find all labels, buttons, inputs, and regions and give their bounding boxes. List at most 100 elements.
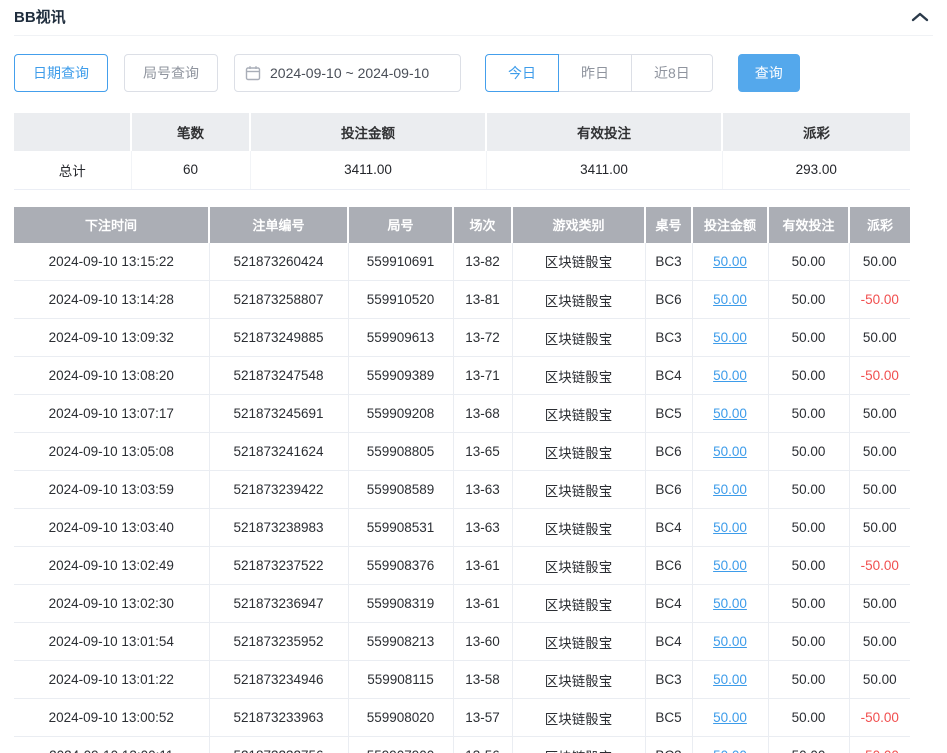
collapse-button[interactable] (909, 9, 931, 25)
cell-bet-amount: 50.00 (692, 433, 768, 471)
col-header-bet-amount: 投注金额 (692, 207, 768, 243)
cell-game-type: 区块链骰宝 (512, 547, 645, 585)
search-button[interactable]: 查询 (738, 54, 800, 92)
cell-bet-time: 2024-09-10 13:08:20 (14, 357, 209, 395)
bet-amount-link[interactable]: 50.00 (713, 596, 747, 611)
cell-session: 13-58 (453, 661, 512, 699)
cell-game-type: 区块链骰宝 (512, 395, 645, 433)
cell-game-type: 区块链骰宝 (512, 433, 645, 471)
cell-payout: 50.00 (849, 433, 910, 471)
bet-amount-link[interactable]: 50.00 (713, 254, 747, 269)
cell-table-no: BC4 (645, 623, 692, 661)
cell-order-no: 521873232756 (209, 737, 348, 753)
cell-game-type: 区块链骰宝 (512, 357, 645, 395)
cell-game-type: 区块链骰宝 (512, 281, 645, 319)
col-header-game-type: 游戏类别 (512, 207, 645, 243)
bet-amount-link[interactable]: 50.00 (713, 634, 747, 649)
cell-session: 13-81 (453, 281, 512, 319)
cell-bet-amount: 50.00 (692, 243, 768, 281)
yesterday-button[interactable]: 昨日 (558, 54, 632, 92)
bet-amount-link[interactable]: 50.00 (713, 672, 747, 687)
cell-game-type: 区块链骰宝 (512, 623, 645, 661)
summary-body-row: 总计 60 3411.00 3411.00 293.00 (14, 151, 910, 189)
cell-order-no: 521873260424 (209, 243, 348, 281)
page-title: BB视讯 (14, 6, 66, 27)
cell-valid-bet: 50.00 (768, 699, 849, 737)
bet-amount-link[interactable]: 50.00 (713, 710, 747, 725)
cell-bet-amount: 50.00 (692, 737, 768, 753)
date-range-picker[interactable]: 2024-09-10 ~ 2024-09-10 (234, 54, 461, 92)
cell-bet-time: 2024-09-10 13:03:40 (14, 509, 209, 547)
cell-bet-amount: 50.00 (692, 699, 768, 737)
filter-bar: 日期查询 局号查询 2024-09-10 ~ 2024-09-10 今日 昨日 … (14, 54, 933, 92)
summary-payout-value: 293.00 (722, 151, 910, 189)
cell-table-no: BC3 (645, 243, 692, 281)
summary-table: 笔数 投注金额 有效投注 派彩 总计 60 3411.00 3411.00 29… (14, 113, 910, 190)
cell-bet-amount: 50.00 (692, 547, 768, 585)
cell-session: 13-56 (453, 737, 512, 753)
today-button[interactable]: 今日 (485, 54, 559, 92)
cell-valid-bet: 50.00 (768, 319, 849, 357)
cell-valid-bet: 50.00 (768, 509, 849, 547)
bet-amount-link[interactable]: 50.00 (713, 558, 747, 573)
cell-session: 13-63 (453, 509, 512, 547)
col-header-valid-bet: 有效投注 (768, 207, 849, 243)
cell-bet-amount: 50.00 (692, 395, 768, 433)
bet-amount-link[interactable]: 50.00 (713, 520, 747, 535)
cell-table-no: BC3 (645, 661, 692, 699)
cell-session: 13-65 (453, 433, 512, 471)
cell-round-no: 559907900 (348, 737, 453, 753)
cell-table-no: BC6 (645, 433, 692, 471)
cell-game-type: 区块链骰宝 (512, 661, 645, 699)
cell-valid-bet: 50.00 (768, 623, 849, 661)
date-query-button[interactable]: 日期查询 (14, 54, 108, 92)
cell-payout: -50.00 (849, 357, 910, 395)
quick-date-group: 今日 昨日 近8日 (485, 54, 713, 92)
table-row: 2024-09-10 13:09:32521873249885559909613… (14, 319, 910, 357)
table-row: 2024-09-10 13:03:40521873238983559908531… (14, 509, 910, 547)
cell-game-type: 区块链骰宝 (512, 737, 645, 753)
cell-payout: 50.00 (849, 319, 910, 357)
cell-payout: 50.00 (849, 471, 910, 509)
last-8-days-button[interactable]: 近8日 (631, 54, 713, 92)
summary-bet-amount-value: 3411.00 (250, 151, 486, 189)
cell-order-no: 521873241624 (209, 433, 348, 471)
table-row: 2024-09-10 13:00:52521873233963559908020… (14, 699, 910, 737)
col-header-payout: 派彩 (849, 207, 910, 243)
table-row: 2024-09-10 13:03:59521873239422559908589… (14, 471, 910, 509)
table-row: 2024-09-10 13:15:22521873260424559910691… (14, 243, 910, 281)
cell-session: 13-61 (453, 585, 512, 623)
cell-valid-bet: 50.00 (768, 471, 849, 509)
cell-payout: -50.00 (849, 699, 910, 737)
cell-round-no: 559908115 (348, 661, 453, 699)
bet-amount-link[interactable]: 50.00 (713, 406, 747, 421)
cell-valid-bet: 50.00 (768, 661, 849, 699)
cell-bet-time: 2024-09-10 13:01:22 (14, 661, 209, 699)
bet-amount-link[interactable]: 50.00 (713, 292, 747, 307)
bet-amount-link[interactable]: 50.00 (713, 444, 747, 459)
cell-table-no: BC3 (645, 319, 692, 357)
cell-round-no: 559908213 (348, 623, 453, 661)
cell-bet-amount: 50.00 (692, 471, 768, 509)
cell-game-type: 区块链骰宝 (512, 471, 645, 509)
cell-table-no: BC5 (645, 699, 692, 737)
bet-amount-link[interactable]: 50.00 (713, 330, 747, 345)
cell-round-no: 559908805 (348, 433, 453, 471)
cell-order-no: 521873236947 (209, 585, 348, 623)
cell-order-no: 521873249885 (209, 319, 348, 357)
date-range-value: 2024-09-10 ~ 2024-09-10 (270, 65, 429, 81)
round-query-button[interactable]: 局号查询 (124, 54, 218, 92)
cell-order-no: 521873235952 (209, 623, 348, 661)
cell-session: 13-82 (453, 243, 512, 281)
cell-bet-time: 2024-09-10 13:14:28 (14, 281, 209, 319)
bet-amount-link[interactable]: 50.00 (713, 368, 747, 383)
cell-bet-amount: 50.00 (692, 357, 768, 395)
cell-bet-amount: 50.00 (692, 281, 768, 319)
cell-bet-time: 2024-09-10 13:03:59 (14, 471, 209, 509)
cell-bet-time: 2024-09-10 13:07:17 (14, 395, 209, 433)
summary-header-row: 笔数 投注金额 有效投注 派彩 (14, 113, 910, 151)
bet-amount-link[interactable]: 50.00 (713, 748, 747, 753)
bet-amount-link[interactable]: 50.00 (713, 482, 747, 497)
cell-round-no: 559908020 (348, 699, 453, 737)
cell-payout: -50.00 (849, 281, 910, 319)
